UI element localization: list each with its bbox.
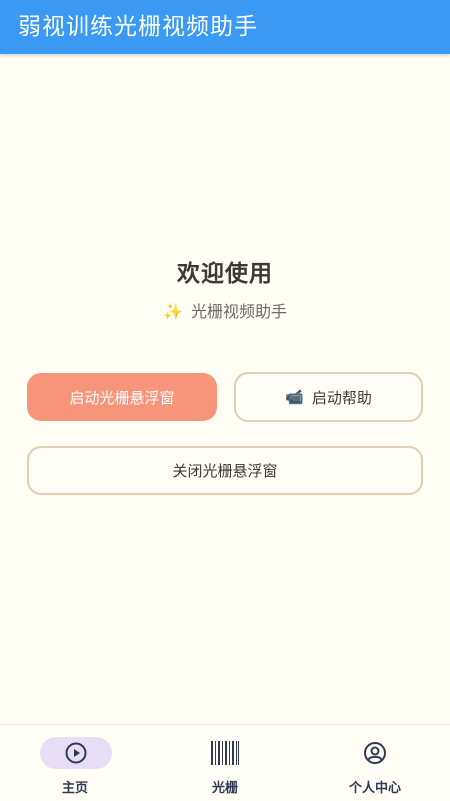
video-camera-icon: 📹 (285, 388, 304, 406)
nav-item-home-label: 主页 (61, 781, 88, 796)
active-indicator (40, 737, 112, 769)
nav-item-home[interactable]: 主页 (0, 725, 150, 801)
sparkles-icon: ✨ (163, 302, 183, 321)
start-help-button[interactable]: 📹 启动帮助 (234, 372, 423, 422)
nav-item-grating[interactable]: 光栅 (150, 725, 300, 801)
start-help-label: 启动帮助 (311, 388, 372, 407)
bottom-nav: 主页 光栅 个人中心 (0, 724, 450, 800)
start-grating-overlay-label: 启动光栅悬浮窗 (69, 388, 175, 407)
barcode-icon (211, 741, 239, 765)
nav-item-grating-label: 光栅 (211, 781, 238, 796)
nav-item-profile[interactable]: 个人中心 (300, 725, 450, 801)
app-bar: 弱视训练光栅视频助手 (0, 0, 450, 54)
close-grating-overlay-label: 关闭光栅悬浮窗 (172, 462, 278, 480)
play-circle-icon (65, 742, 87, 764)
app-title: 弱视训练光栅视频助手 (18, 14, 258, 40)
close-grating-overlay-button[interactable]: 关闭光栅悬浮窗 (27, 446, 423, 495)
user-circle-icon (364, 742, 386, 764)
subtitle: ✨ 光栅视频助手 (0, 298, 450, 322)
start-grating-overlay-button[interactable]: 启动光栅悬浮窗 (27, 373, 217, 421)
subtitle-text: 光栅视频助手 (190, 302, 287, 321)
nav-item-profile-label: 个人中心 (348, 781, 401, 796)
welcome-heading: 欢迎使用 (177, 261, 273, 287)
